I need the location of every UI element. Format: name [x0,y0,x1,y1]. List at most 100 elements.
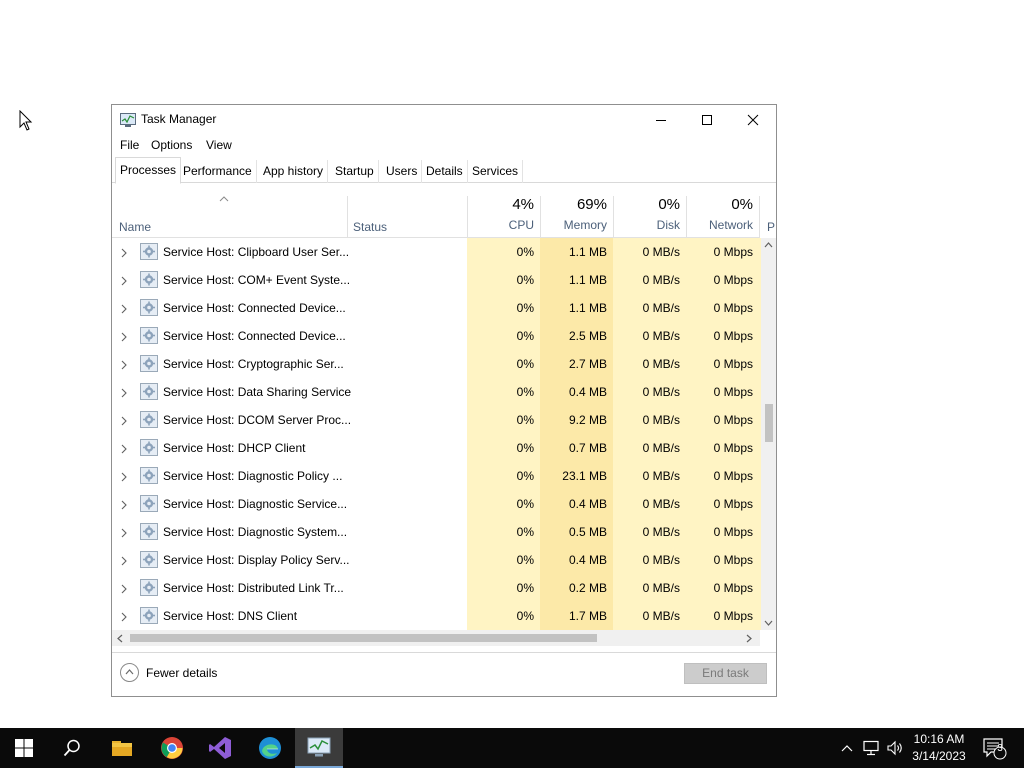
task-manager-taskbar-button[interactable] [295,728,343,768]
tab-users[interactable]: Users [382,160,423,183]
expand-chevron-icon[interactable] [121,611,127,625]
table-row[interactable]: Service Host: COM+ Event Syste... 0% 1.1 M… [112,266,762,294]
tab-startup[interactable]: Startup [331,160,379,183]
expand-chevron-icon[interactable] [121,415,127,429]
process-memory: 9.2 MB [568,413,607,427]
table-row[interactable]: Service Host: DCOM Server Proc... 0% 9.2 M… [112,406,762,434]
visual-studio-button[interactable] [196,728,244,768]
column-status[interactable]: Status [353,220,387,234]
table-row[interactable]: Service Host: Connected Device... 0% 1.1 M… [112,294,762,322]
process-network: 0 Mbps [713,553,753,567]
table-row[interactable]: Service Host: Display Policy Serv... 0% 0.… [112,546,762,574]
table-row[interactable]: Service Host: Diagnostic Policy ... 0% 23.… [112,462,762,490]
process-disk: 0 MB/s [642,385,680,399]
scroll-left-icon[interactable] [117,634,123,643]
maximize-button[interactable] [684,105,730,135]
chrome-button[interactable] [148,728,196,768]
tab-performance[interactable]: Performance [179,160,257,183]
column-disk[interactable]: 0% Disk [614,196,680,238]
table-row[interactable]: Service Host: DHCP Client 0% 0.7 MB 0 MB/s 0… [112,434,762,462]
expand-chevron-icon[interactable] [121,471,127,485]
tab-processes[interactable]: Processes [115,157,182,184]
minimize-button[interactable] [638,105,684,135]
fewer-details-link[interactable]: Fewer details [146,666,217,680]
expand-chevron-icon[interactable] [121,247,127,261]
table-row[interactable]: Service Host: Clipboard User Ser... 0% 1.1… [112,238,762,266]
expand-chevron-icon[interactable] [121,499,127,513]
service-gear-icon [140,355,158,372]
process-memory: 23.1 MB [562,469,607,483]
show-hidden-icons-button[interactable] [838,728,856,768]
process-cpu: 0% [516,553,534,567]
expand-chevron-icon[interactable] [121,359,127,373]
table-row[interactable]: Service Host: Cryptographic Ser... 0% 2.7 … [112,350,762,378]
table-row[interactable]: Service Host: DNS Client 0% 1.7 MB 0 MB/s 0 … [112,602,762,630]
process-cpu: 0% [516,497,534,511]
menu-file[interactable]: File [120,138,139,152]
column-name[interactable]: Name [119,220,151,234]
process-disk: 0 MB/s [642,497,680,511]
expand-chevron-icon[interactable] [121,331,127,345]
process-memory: 1.1 MB [568,273,607,287]
network-tray-button[interactable] [860,728,882,768]
expand-chevron-icon[interactable] [121,443,127,457]
end-task-button[interactable]: End task [684,663,767,684]
vertical-scrollbar[interactable] [761,238,776,630]
scroll-up-icon[interactable] [764,242,773,248]
expand-chevron-icon[interactable] [121,527,127,541]
edge-button[interactable] [246,728,294,768]
process-memory: 0.4 MB [568,497,607,511]
expand-chevron-icon[interactable] [121,275,127,289]
process-disk: 0 MB/s [642,273,680,287]
title-bar[interactable]: Task Manager [112,105,776,135]
table-row[interactable]: Service Host: Diagnostic Service... 0% 0.4… [112,490,762,518]
tab-services[interactable]: Services [468,160,524,183]
process-cpu: 0% [516,525,534,539]
menu-options[interactable]: Options [151,138,192,152]
close-button[interactable] [730,105,776,135]
table-row[interactable]: Service Host: Distributed Link Tr... 0% 0.… [112,574,762,602]
process-disk: 0 MB/s [642,609,680,623]
network-wired-icon [863,740,879,756]
expand-chevron-icon[interactable] [121,303,127,317]
column-power-partial[interactable]: P [767,220,775,234]
scroll-right-icon[interactable] [746,634,752,643]
table-row[interactable]: Service Host: Diagnostic System... 0% 0.5 … [112,518,762,546]
process-network: 0 Mbps [713,497,753,511]
process-memory: 1.1 MB [568,301,607,315]
expand-chevron-icon[interactable] [121,555,127,569]
notification-count: 3 [997,743,1003,754]
process-name: Service Host: DHCP Client [163,441,306,455]
column-network[interactable]: 0% Network [687,196,753,238]
menu-bar: File Options View [112,135,776,157]
process-network: 0 Mbps [713,581,753,595]
horizontal-scrollbar[interactable] [112,630,760,646]
sort-ascending-icon [219,196,229,202]
action-center-button[interactable]: 3 [980,728,1010,768]
process-network: 0 Mbps [713,469,753,483]
collapse-circle-icon[interactable] [120,663,139,682]
file-explorer-button[interactable] [98,728,146,768]
menu-view[interactable]: View [206,138,232,152]
table-row[interactable]: Service Host: Connected Device... 0% 2.5 M… [112,322,762,350]
tab-details[interactable]: Details [422,160,468,183]
process-name: Service Host: Display Policy Serv... [163,553,350,567]
vertical-scroll-thumb[interactable] [765,404,773,442]
footer: Fewer details End task [112,652,776,696]
expand-chevron-icon[interactable] [121,387,127,401]
column-cpu[interactable]: 4% CPU [468,196,534,238]
horizontal-scroll-thumb[interactable] [130,634,597,642]
process-cpu: 0% [516,469,534,483]
column-divider [759,196,760,238]
process-memory: 0.4 MB [568,553,607,567]
visual-studio-icon [209,737,231,759]
column-memory[interactable]: 69% Memory [541,196,607,238]
search-button[interactable] [48,728,96,768]
start-button[interactable] [0,728,48,768]
table-row[interactable]: Service Host: Data Sharing Service 0% 0.4 … [112,378,762,406]
tab-app-history[interactable]: App history [259,160,329,183]
scroll-down-icon[interactable] [764,620,773,626]
process-list: Service Host: Clipboard User Ser... 0% 1.1… [112,238,762,630]
expand-chevron-icon[interactable] [121,583,127,597]
system-clock[interactable]: 10:16 AM 3/14/2023 [900,731,978,765]
